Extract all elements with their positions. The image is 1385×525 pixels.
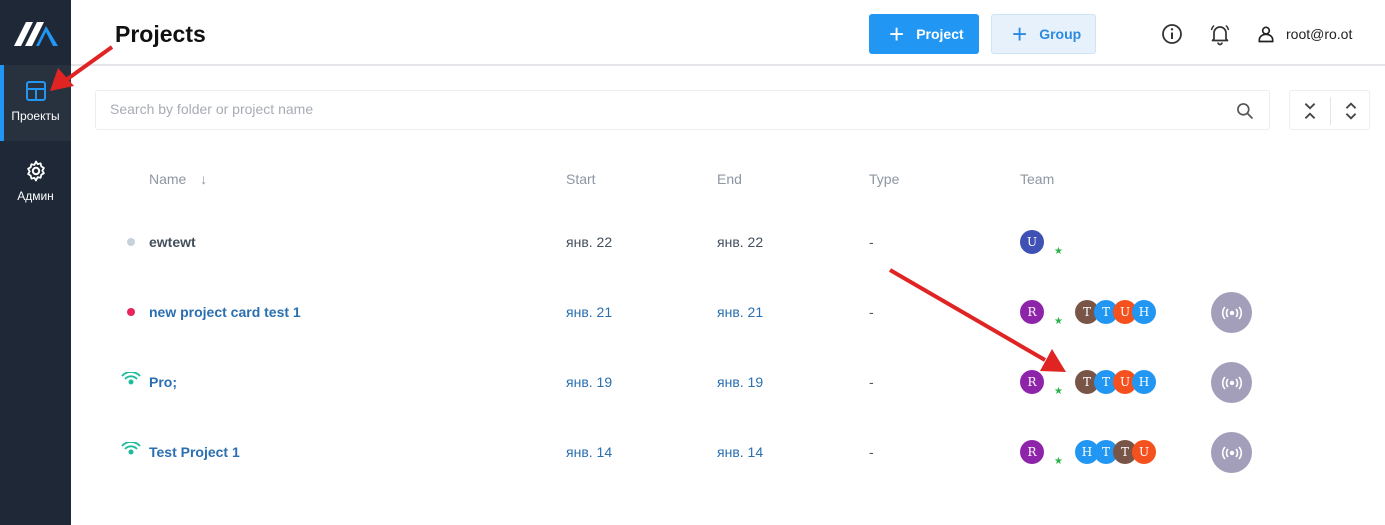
end-date: янв. 14	[717, 444, 764, 460]
search-bar	[95, 90, 1270, 130]
sidebar-item-label: Админ	[17, 189, 54, 203]
avatar[interactable]: H	[1132, 300, 1156, 324]
expand-collapse-controls	[1289, 90, 1370, 130]
expand-all-icon[interactable]	[1340, 100, 1362, 122]
page-title: Projects	[115, 21, 206, 47]
info-icon[interactable]	[1160, 22, 1184, 46]
app-logo[interactable]	[12, 18, 60, 48]
status-dot	[127, 308, 135, 316]
dashboard-icon	[26, 81, 46, 101]
broadcast-icon	[121, 372, 141, 385]
add-project-label: Project	[916, 26, 964, 42]
user-icon	[1258, 26, 1274, 43]
project-name[interactable]: new project card test 1	[149, 304, 301, 320]
end-date: янв. 21	[717, 304, 764, 320]
end-date: янв. 19	[717, 374, 764, 390]
project-name[interactable]: Pro;	[149, 374, 177, 390]
plus-icon: +	[889, 19, 905, 49]
add-group-button[interactable]: + Group	[991, 14, 1096, 54]
avatar[interactable]: U	[1132, 440, 1156, 464]
avatar[interactable]: R	[1020, 300, 1044, 324]
broadcast-icon	[1221, 445, 1242, 460]
add-project-button[interactable]: + Project	[869, 14, 979, 54]
column-header-name[interactable]: Name ↓	[149, 171, 207, 187]
column-header-start[interactable]: Start	[566, 171, 596, 187]
divider	[1330, 97, 1331, 125]
project-type: -	[869, 234, 874, 250]
plus-icon: +	[1012, 19, 1028, 49]
project-type: -	[869, 374, 874, 390]
sidebar-item-projects[interactable]: Проекты	[0, 65, 71, 141]
avatar[interactable]: R	[1020, 440, 1044, 464]
project-name[interactable]: ewtewt	[149, 234, 196, 250]
collapse-all-icon[interactable]	[1299, 100, 1321, 122]
column-header-end[interactable]: End	[717, 171, 742, 187]
start-date: янв. 14	[566, 444, 613, 460]
search-icon[interactable]	[1235, 101, 1255, 121]
project-name[interactable]: Test Project 1	[149, 444, 240, 460]
sort-down-icon[interactable]: ↓	[200, 171, 207, 187]
bell-icon[interactable]	[1208, 22, 1232, 46]
live-broadcast-button[interactable]	[1211, 362, 1252, 403]
column-header-label: Name	[149, 171, 187, 187]
column-header-type[interactable]: Type	[869, 171, 899, 187]
search-input[interactable]	[110, 101, 1210, 117]
project-type: -	[869, 444, 874, 460]
broadcast-icon	[1221, 305, 1242, 320]
user-menu[interactable]: root@ro.ot	[1256, 24, 1352, 44]
star-icon: ★	[1054, 246, 1063, 257]
gear-icon	[26, 160, 45, 182]
live-broadcast-button[interactable]	[1211, 432, 1252, 473]
avatar[interactable]: H	[1132, 370, 1156, 394]
annotation-arrowhead	[1040, 349, 1066, 372]
star-icon: ★	[1054, 316, 1063, 327]
start-date: янв. 21	[566, 304, 613, 320]
avatar[interactable]: U	[1020, 230, 1044, 254]
status-dot	[127, 238, 135, 246]
start-date: янв. 19	[566, 374, 613, 390]
start-date: янв. 22	[566, 234, 613, 250]
sidebar: Проекты Админ	[0, 0, 71, 525]
user-name: root@ro.ot	[1286, 26, 1353, 42]
project-type: -	[869, 304, 874, 320]
star-icon: ★	[1054, 456, 1063, 467]
broadcast-icon	[121, 442, 141, 455]
avatar[interactable]: R	[1020, 370, 1044, 394]
live-broadcast-button[interactable]	[1211, 292, 1252, 333]
end-date: янв. 22	[717, 234, 764, 250]
sidebar-item-admin[interactable]: Админ	[0, 145, 71, 221]
star-icon: ★	[1054, 386, 1063, 397]
column-header-team: Team	[1020, 171, 1055, 187]
sidebar-item-label: Проекты	[11, 109, 60, 123]
add-group-label: Group	[1039, 26, 1082, 42]
broadcast-icon	[1221, 375, 1242, 390]
top-bar: Projects + Project + Group root@ro.ot	[71, 0, 1385, 66]
